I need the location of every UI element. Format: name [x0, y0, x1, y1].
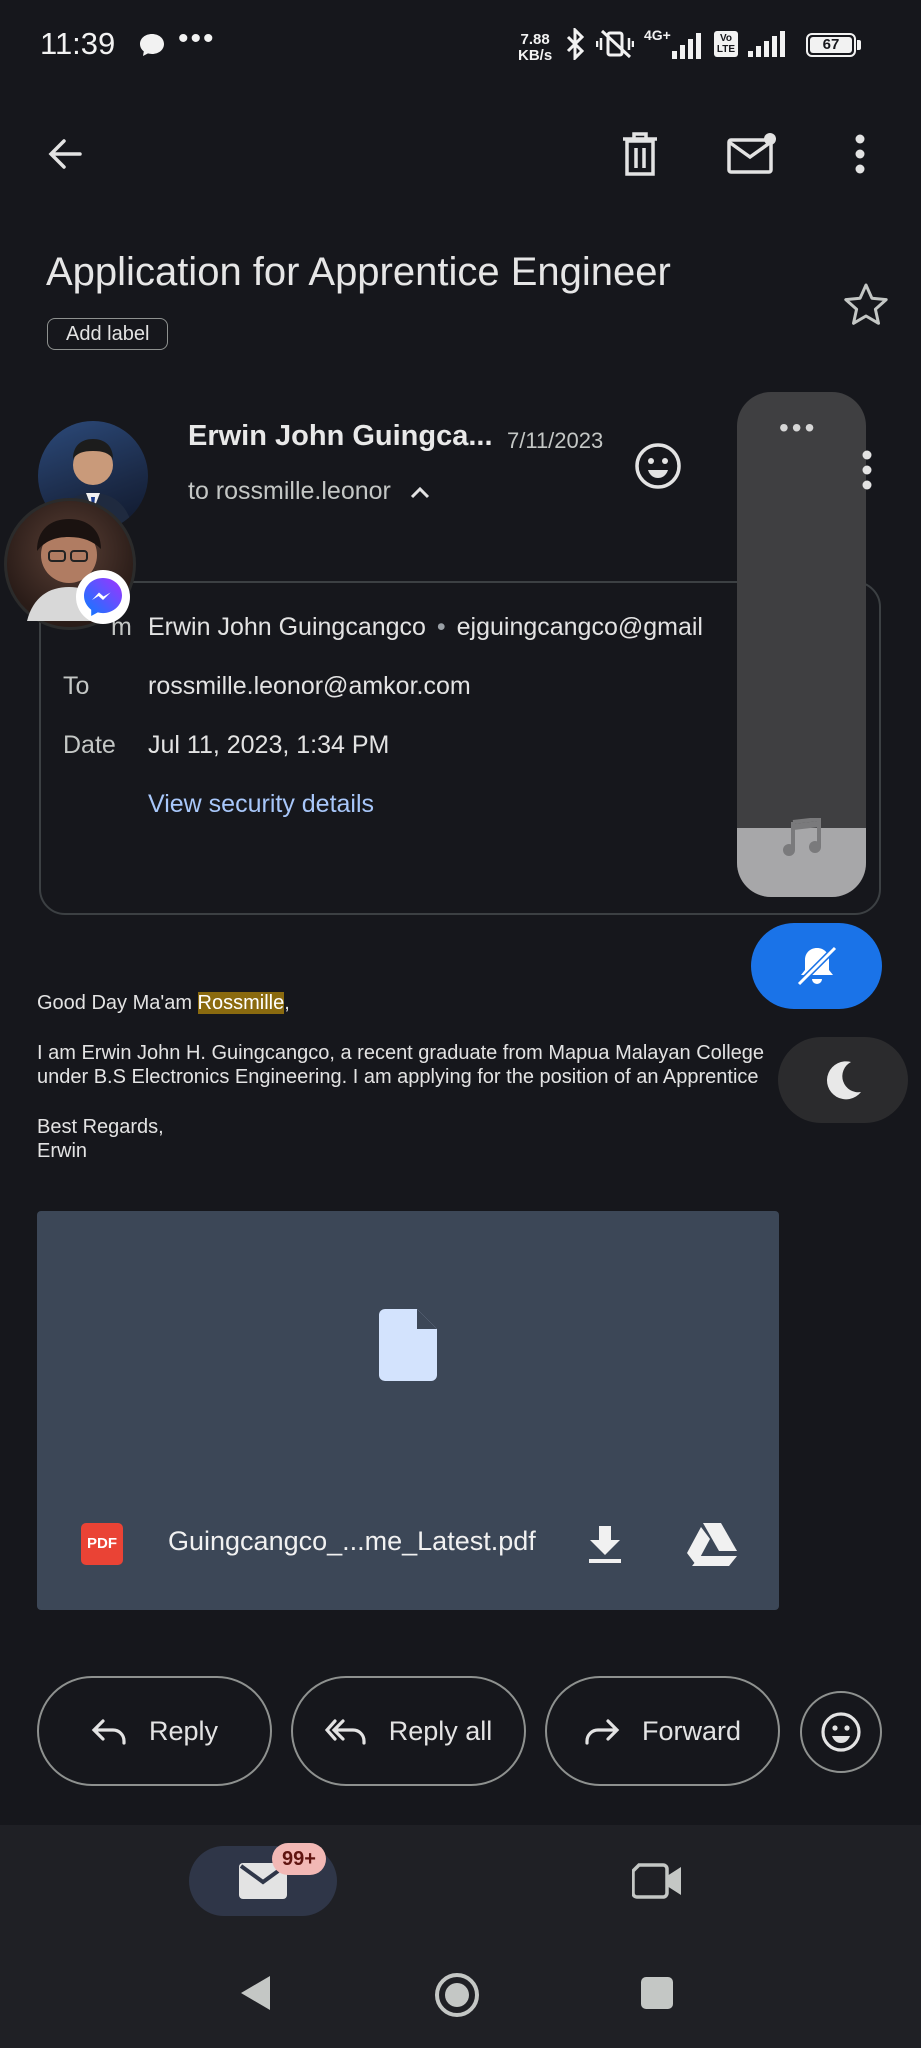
attachment-card[interactable]: PDF Guingcangco_...me_Latest.pdf	[37, 1211, 779, 1610]
mute-ringer-button[interactable]	[751, 923, 882, 1009]
back-arrow-icon[interactable]	[36, 126, 92, 182]
add-label-button[interactable]: Add label	[47, 318, 169, 350]
to-value: rossmille.leonor@amkor.com	[148, 672, 471, 700]
bell-off-icon	[796, 945, 837, 987]
view-security-details-link[interactable]: View security details	[148, 790, 374, 819]
bluetooth-icon	[566, 28, 585, 60]
vibrate-off-icon	[596, 29, 634, 59]
video-camera-icon	[632, 1863, 681, 1899]
reply-all-icon	[324, 1719, 366, 1745]
recipient-summary[interactable]: to rossmille.leonor	[188, 477, 431, 506]
mark-unread-icon[interactable]	[724, 126, 780, 182]
battery-icon: 67	[806, 33, 856, 57]
add-reaction-icon[interactable]	[632, 440, 684, 492]
status-more-icon: •••	[178, 22, 216, 55]
chevron-up-icon	[410, 486, 429, 498]
system-recents-icon[interactable]	[632, 1968, 682, 2018]
emoji-react-button[interactable]	[800, 1691, 882, 1773]
from-value: Erwin John Guingcangco • ejguingcangco@g…	[148, 613, 703, 641]
delete-icon[interactable]	[612, 126, 668, 182]
attachment-filename: Guingcangco_...me_Latest.pdf	[168, 1526, 536, 1556]
search-highlight: Rossmille	[197, 992, 285, 1014]
status-time: 11:39	[40, 26, 116, 61]
email-subject: Application for Apprentice Engineer	[46, 250, 671, 294]
forward-icon	[585, 1719, 620, 1745]
volte-icon: Vo LTE	[714, 31, 738, 57]
body-paragraph-line-2: under B.S Electronics Engineering. I am …	[37, 1066, 759, 1088]
file-icon	[379, 1309, 437, 1381]
nav-meet-tab[interactable]	[628, 1856, 688, 1906]
messenger-icon	[76, 570, 130, 624]
battery-tip	[857, 40, 861, 50]
reply-button[interactable]: Reply	[37, 1676, 272, 1786]
reply-icon	[91, 1719, 126, 1745]
do-not-disturb-button[interactable]	[778, 1037, 908, 1123]
music-note-icon	[781, 818, 823, 858]
signal-icon	[748, 31, 785, 57]
moon-icon	[827, 1061, 861, 1100]
more-vert-icon[interactable]	[832, 126, 888, 182]
download-icon[interactable]	[577, 1516, 633, 1572]
chat-bubble-icon	[138, 32, 166, 58]
message-more-icon[interactable]	[862, 450, 872, 490]
system-home-icon[interactable]	[430, 1968, 484, 2022]
body-closing: Best Regards,	[37, 1116, 164, 1138]
reply-all-button[interactable]: Reply all	[291, 1676, 526, 1786]
body-signature: Erwin	[37, 1140, 88, 1162]
save-to-drive-icon[interactable]	[681, 1516, 743, 1572]
system-back-icon[interactable]	[230, 1968, 280, 2018]
status-icons: 4G+ Vo LTE	[564, 27, 788, 60]
pdf-icon: PDF	[81, 1523, 123, 1565]
forward-button[interactable]: Forward	[545, 1676, 780, 1786]
volume-slider[interactable]: •••	[737, 392, 866, 897]
signal-4g: 4G+	[644, 27, 704, 59]
sender-name: Erwin John Guingca...	[188, 420, 493, 452]
unread-count-badge: 99+	[272, 1843, 326, 1875]
to-label: To	[63, 672, 90, 700]
body-greeting: Good Day Ma'am Rossmille,	[37, 992, 290, 1014]
volume-more-icon[interactable]: •••	[779, 412, 817, 444]
email-date: 7/11/2023	[507, 428, 604, 453]
date-value: Jul 11, 2023, 1:34 PM	[148, 731, 390, 759]
body-paragraph-line-1: I am Erwin John H. Guingcangco, a recent…	[37, 1042, 765, 1064]
emoji-icon	[821, 1712, 861, 1752]
date-label: Date	[63, 731, 116, 759]
network-speed: 7.88 KB/s	[518, 31, 553, 64]
star-icon[interactable]	[838, 276, 894, 332]
